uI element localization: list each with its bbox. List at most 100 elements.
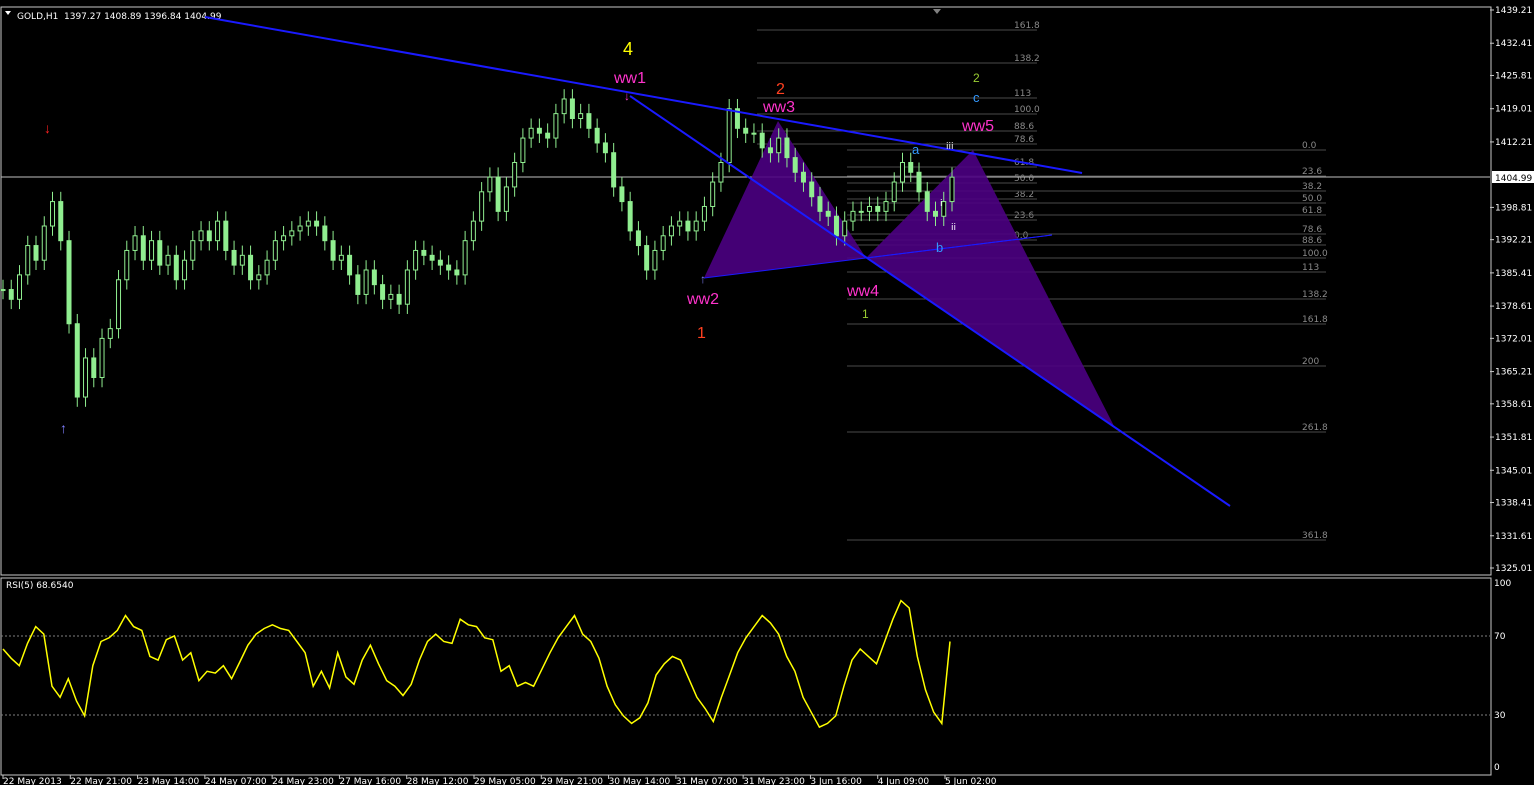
candle-body — [701, 205, 707, 222]
candle-body — [891, 181, 897, 203]
candle-body — [116, 279, 122, 330]
candle-body — [380, 284, 386, 300]
wave-1-green-label: 1 — [862, 307, 869, 321]
rsi-level-70: 70 — [1494, 632, 1506, 642]
candle-body — [611, 152, 617, 188]
candle-body — [677, 220, 683, 227]
candle-body — [784, 137, 790, 159]
candle-body — [866, 205, 872, 212]
wave-c-label: c — [973, 90, 980, 105]
price-tick-label: 1365.21 — [1495, 368, 1532, 378]
fib-upper-label: 113 — [1014, 89, 1031, 99]
candle-body — [231, 249, 237, 266]
price-tick-label: 1419.01 — [1495, 105, 1532, 115]
candle-body — [248, 254, 254, 281]
lower-trendline[interactable] — [629, 95, 1231, 507]
candle-body — [619, 186, 625, 203]
shift-marker-icon[interactable] — [933, 9, 941, 14]
fib-right-label: 50.0 — [1302, 194, 1322, 204]
candle-body — [644, 245, 650, 271]
candle-body — [842, 220, 848, 237]
time-tick-label: 22 May 2013 — [3, 777, 62, 785]
candle-body — [858, 210, 864, 213]
candle-body — [388, 293, 394, 300]
candle-body — [932, 210, 938, 217]
candle-body — [107, 328, 113, 339]
candle-body — [281, 235, 287, 242]
candle-body — [908, 161, 914, 173]
wave-ww5-label: ww5 — [961, 118, 994, 135]
candle-body — [776, 137, 782, 154]
wave-2-red-label: 2 — [776, 81, 785, 98]
fib-right-label: 61.8 — [1302, 206, 1322, 216]
ww2-arrow-icon: ↑ — [700, 272, 706, 286]
fib-right-label: 138.2 — [1302, 290, 1328, 300]
candle-body — [528, 127, 534, 139]
time-tick-label: 24 May 23:00 — [272, 777, 334, 785]
candle-body — [561, 98, 567, 115]
price-tick-label: 1398.81 — [1495, 203, 1532, 213]
wave-a-label: a — [912, 142, 920, 157]
candle-body — [437, 259, 443, 266]
candle-body — [586, 113, 592, 129]
candle-body — [355, 274, 361, 295]
candle-body — [272, 240, 278, 261]
price-tick-label: 1385.41 — [1495, 269, 1532, 279]
candle-body — [91, 357, 97, 378]
candle-body — [809, 181, 815, 198]
candle-body — [124, 249, 130, 281]
current-price-label: 1404.99 — [1495, 174, 1532, 184]
rsi-level-30: 30 — [1494, 711, 1506, 721]
candle-body — [446, 264, 452, 271]
time-tick-label: 24 May 07:00 — [205, 777, 267, 785]
candle-body — [206, 230, 212, 242]
time-tick-label: 29 May 21:00 — [541, 777, 603, 785]
candle-body — [421, 249, 427, 256]
candle-body — [883, 201, 889, 212]
price-tick-label: 1372.01 — [1495, 334, 1532, 344]
candle-body — [322, 225, 328, 242]
candle-body — [660, 235, 666, 251]
fib-right-label: 161.8 — [1302, 315, 1328, 325]
candle-body — [17, 274, 23, 300]
candle-body — [751, 132, 757, 135]
time-tick-label: 29 May 05:00 — [474, 777, 536, 785]
candle-body — [239, 254, 245, 266]
candle-body — [553, 113, 559, 139]
candle-body — [635, 230, 641, 247]
candle-body — [536, 127, 542, 134]
candle-body — [429, 254, 435, 261]
fib-upper-label: 78.6 — [1014, 135, 1034, 145]
rsi-level-0: 0 — [1494, 763, 1500, 773]
collapse-icon[interactable] — [5, 11, 11, 15]
candle-body — [726, 108, 732, 163]
main-chart-frame — [0, 6, 1492, 576]
candle-body — [685, 220, 691, 232]
candle-body — [347, 254, 353, 276]
chart-canvas[interactable]: GOLD,H1 1397.27 1408.89 1396.84 1404.99 … — [0, 0, 1534, 785]
price-tick-label: 1358.61 — [1495, 400, 1532, 410]
fib-right-label: 23.6 — [1302, 167, 1322, 177]
candle-body — [602, 142, 608, 154]
wave-ww2-label: ww2 — [686, 291, 719, 308]
candle-body — [66, 240, 72, 325]
candle-body — [404, 269, 410, 305]
time-tick-label: 4 Jun 09:00 — [878, 777, 930, 785]
price-tick-label: 1351.81 — [1495, 433, 1532, 443]
time-tick-label: 5 Jun 02:00 — [945, 777, 997, 785]
fib-upper-label: 138.2 — [1014, 54, 1040, 64]
candle-body — [545, 132, 551, 139]
price-tick-label: 1331.61 — [1495, 532, 1532, 542]
candle-body — [899, 161, 905, 183]
wave-ww4-label: ww4 — [846, 283, 879, 300]
time-tick-label: 23 May 14:00 — [138, 777, 200, 785]
fib-upper-label: 100.0 — [1014, 105, 1040, 115]
candle-body — [149, 240, 155, 261]
candle-body — [916, 171, 922, 193]
time-axis: 22 May 2013 22 May 21:00 23 May 14:00 24 Ma… — [2, 775, 997, 785]
fib-right-label: 88.6 — [1302, 236, 1322, 246]
wave-iii-label: iii — [946, 142, 954, 152]
time-tick-label: 30 May 14:00 — [609, 777, 671, 785]
rsi-frame — [0, 577, 1492, 776]
candle-body — [363, 269, 369, 295]
